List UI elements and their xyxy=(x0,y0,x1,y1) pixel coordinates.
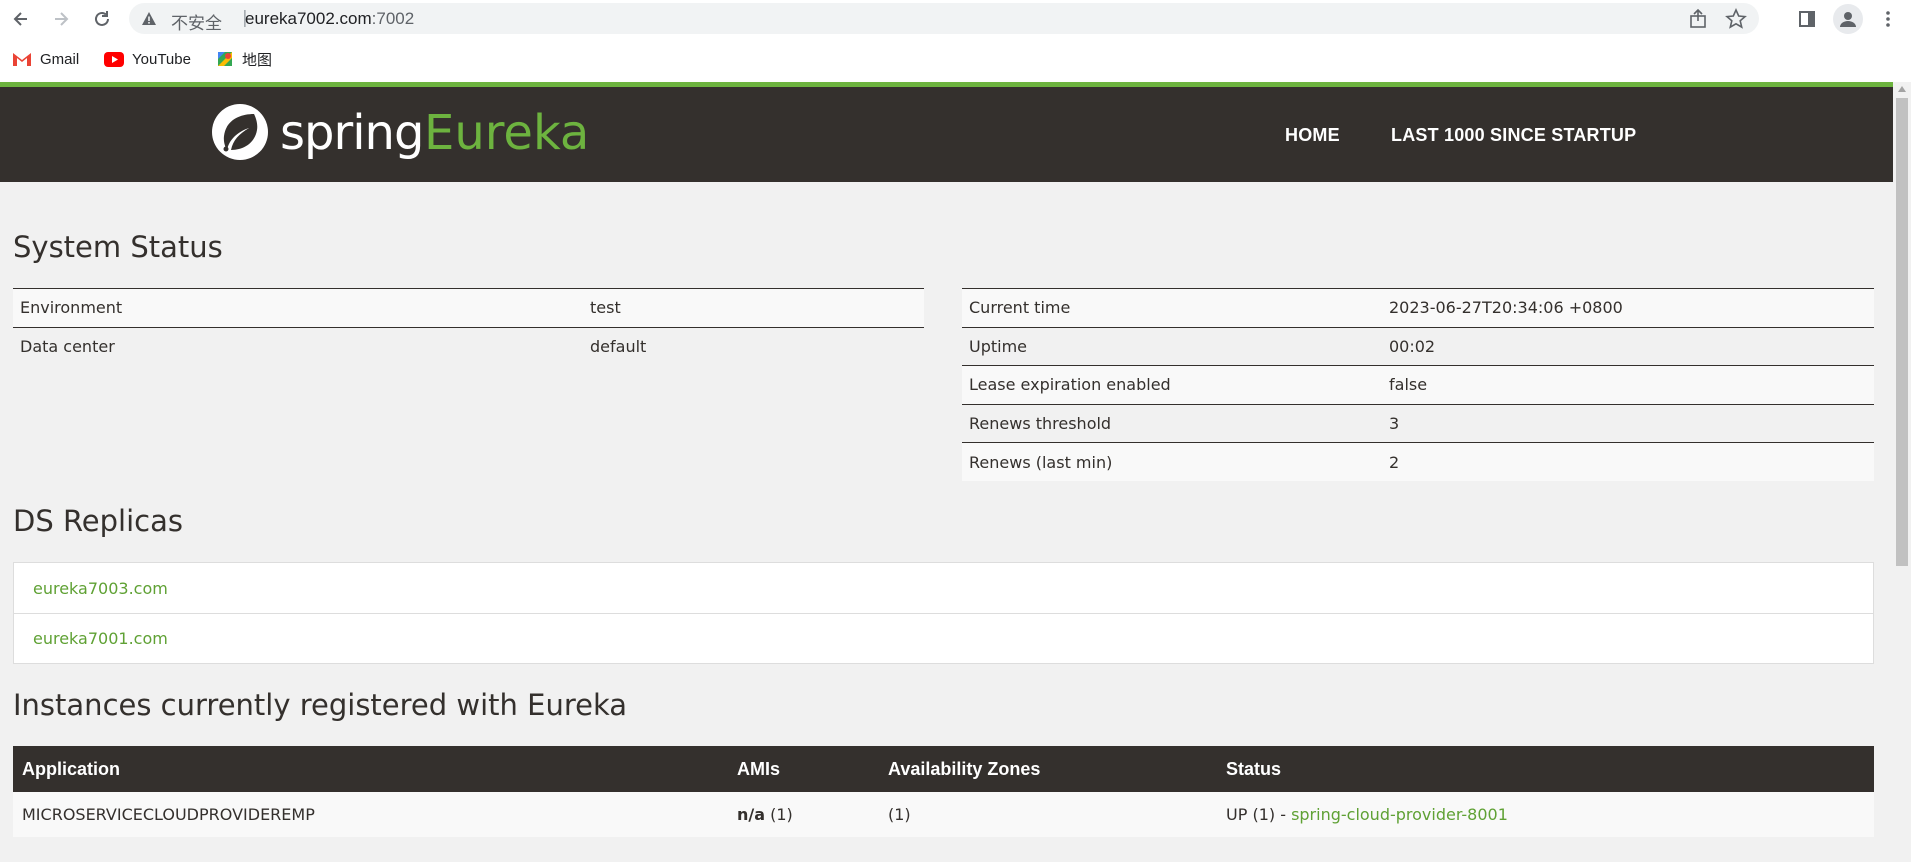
youtube-icon xyxy=(104,51,124,67)
bookmark-label: 地图 xyxy=(242,51,273,69)
column-header: Availability Zones xyxy=(879,746,1217,792)
side-panel-button[interactable] xyxy=(1792,4,1822,34)
navbar: spring Eureka HOME LAST 1000 SINCE START… xyxy=(0,87,1893,182)
reload-icon xyxy=(95,11,109,26)
page-scrollbar[interactable] xyxy=(1893,82,1911,862)
more-vert-icon xyxy=(1886,11,1890,27)
status-value: 3 xyxy=(1382,403,1874,443)
back-button[interactable] xyxy=(6,4,36,34)
column-header: Application xyxy=(13,746,728,792)
spring-leaf-icon[interactable] xyxy=(210,102,270,162)
status-value: default xyxy=(583,326,924,366)
system-status-title: System Status xyxy=(13,230,223,264)
browser-chrome: 不安全 | eureka7002.com:7002 Gmail YouTube … xyxy=(0,0,1911,82)
table-row: Current time 2023-06-27T20:34:06 +0800 xyxy=(962,288,1874,327)
status-key: Data center xyxy=(13,326,583,366)
bookmark-youtube[interactable]: YouTube xyxy=(104,48,191,70)
address-bar[interactable]: 不安全 | eureka7002.com:7002 xyxy=(129,3,1759,34)
nav-home-link[interactable]: HOME xyxy=(1285,125,1340,146)
column-header: Status xyxy=(1217,746,1874,792)
replica-link[interactable]: eureka7001.com xyxy=(14,613,1873,663)
bookmark-label: YouTube xyxy=(132,50,191,68)
security-label[interactable]: 不安全 xyxy=(171,9,222,34)
back-arrow-icon xyxy=(13,12,27,26)
address-row: 不安全 | eureka7002.com:7002 xyxy=(0,0,1911,37)
zones-cell: (1) xyxy=(879,792,1217,837)
profile-button[interactable] xyxy=(1833,4,1863,34)
url-text[interactable]: eureka7002.com:7002 xyxy=(245,9,414,29)
table-row: Data center default xyxy=(13,326,924,366)
status-key: Uptime xyxy=(962,326,1382,366)
table-row: Uptime 00:02 xyxy=(962,326,1874,366)
side-panel-icon xyxy=(1799,11,1815,27)
reload-button[interactable] xyxy=(87,4,117,34)
scroll-up-arrow-icon[interactable] xyxy=(1898,86,1906,92)
nav-last-1000-link[interactable]: LAST 1000 SINCE STARTUP xyxy=(1391,125,1636,146)
warning-icon[interactable] xyxy=(139,9,159,29)
column-header: AMIs xyxy=(728,746,879,792)
status-key: Renews threshold xyxy=(962,403,1382,443)
scroll-thumb[interactable] xyxy=(1896,98,1908,566)
table-row: Environment test xyxy=(13,288,924,327)
status-key: Current time xyxy=(962,288,1382,327)
application-cell: MICROSERVICECLOUDPROVIDEREMP xyxy=(13,792,728,837)
url-host: eureka7002.com xyxy=(245,9,372,28)
status-value: 00:02 xyxy=(1382,326,1874,366)
forward-arrow-icon xyxy=(55,12,69,26)
amis-count: (1) xyxy=(770,805,793,824)
status-key: Renews (last min) xyxy=(962,442,1382,481)
maps-icon xyxy=(218,52,232,66)
status-prefix: UP (1) - xyxy=(1226,805,1292,824)
status-key: Environment xyxy=(13,288,583,327)
profile-avatar-icon xyxy=(1840,12,1856,27)
system-status-right-table: Current time 2023-06-27T20:34:06 +0800 U… xyxy=(962,288,1874,481)
brand-eureka-text[interactable]: Eureka xyxy=(424,105,589,161)
status-value: test xyxy=(583,288,924,327)
bookmark-star-icon[interactable] xyxy=(1725,8,1747,30)
instance-link[interactable]: spring-cloud-provider-8001 xyxy=(1291,805,1508,824)
table-row: MICROSERVICECLOUDPROVIDEREMP n/a (1) (1)… xyxy=(13,792,1874,837)
brand-spring-text[interactable]: spring xyxy=(280,105,424,161)
status-key: Lease expiration enabled xyxy=(962,365,1382,404)
status-value: false xyxy=(1382,365,1874,404)
status-value: 2023-06-27T20:34:06 +0800 xyxy=(1382,288,1874,327)
instances-table: Application AMIs Availability Zones Stat… xyxy=(13,746,1874,837)
gmail-icon xyxy=(13,53,31,66)
table-row: Renews threshold 3 xyxy=(962,403,1874,443)
system-status-left-table: Environment test Data center default xyxy=(13,288,924,366)
bookmarks-bar: Gmail YouTube 地图 xyxy=(0,44,1911,74)
ds-replicas-list: eureka7003.com eureka7001.com xyxy=(13,562,1874,664)
table-row: Lease expiration enabled false xyxy=(962,365,1874,404)
bookmark-maps[interactable]: 地图 xyxy=(216,48,272,70)
status-cell: UP (1) - spring-cloud-provider-8001 xyxy=(1217,792,1874,837)
url-port: :7002 xyxy=(371,9,415,28)
instances-title: Instances currently registered with Eure… xyxy=(13,688,628,722)
table-row: Renews (last min) 2 xyxy=(962,442,1874,481)
menu-button[interactable] xyxy=(1873,4,1903,34)
amis-value: n/a xyxy=(737,805,766,824)
bookmark-label: Gmail xyxy=(40,50,80,68)
eureka-page: spring Eureka HOME LAST 1000 SINCE START… xyxy=(0,82,1893,862)
status-value: 2 xyxy=(1382,442,1874,481)
share-icon[interactable] xyxy=(1687,8,1709,30)
forward-button[interactable] xyxy=(46,4,76,34)
ds-replicas-title: DS Replicas xyxy=(13,504,183,538)
replica-link[interactable]: eureka7003.com xyxy=(14,563,1873,613)
table-header-row: Application AMIs Availability Zones Stat… xyxy=(13,746,1874,792)
bookmark-gmail[interactable]: Gmail xyxy=(12,48,79,70)
amis-cell: n/a (1) xyxy=(728,792,879,837)
